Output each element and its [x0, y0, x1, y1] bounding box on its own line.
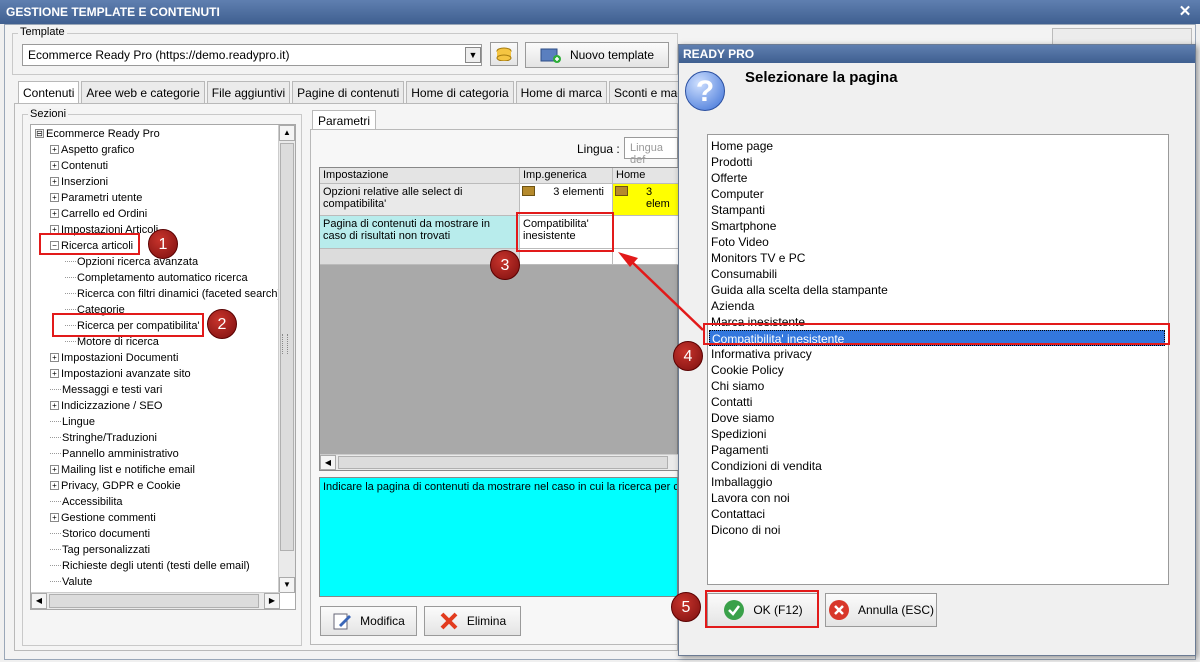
callout-badge-4: 4 [673, 341, 703, 371]
callout-badge-2: 2 [207, 309, 237, 339]
callout-badge-1: 1 [148, 229, 178, 259]
callout-badge-5: 5 [671, 592, 701, 622]
annotation-arrow [618, 252, 704, 331]
callout-badge-3: 3 [490, 250, 520, 280]
